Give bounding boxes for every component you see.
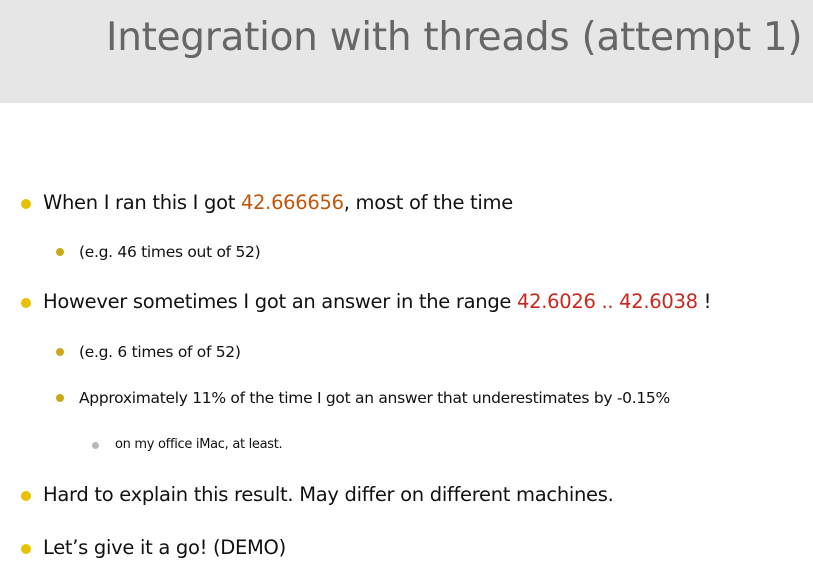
bullet-2b: Approximately 11% of the time I got an a… [0, 386, 813, 410]
bullet-dot-icon [56, 248, 64, 256]
bullet-2a: (e.g. 6 times of of 52) [0, 340, 813, 364]
bullet-1-value: 42.666656 [240, 191, 344, 214]
bullet-2b1-text: on my office iMac, at least. [115, 437, 283, 452]
bullet-2a-text: (e.g. 6 times of of 52) [79, 343, 241, 361]
bullet-dot-icon [21, 199, 31, 209]
bullet-dot-icon [21, 544, 31, 554]
bullet-4: Let’s give it a go! (DEMO) [0, 534, 813, 562]
bullet-1: When I ran this I got 42.666656, most of… [0, 189, 813, 217]
bullet-dot-icon [56, 394, 64, 402]
bullet-2-pre: However sometimes I got an answer in the… [43, 290, 518, 313]
bullet-3-text: Hard to explain this result. May differ … [43, 483, 614, 506]
bullet-dot-icon [92, 442, 99, 449]
bullet-1-text: When I ran this I got 42.666656, most of… [43, 189, 513, 217]
bullet-2b1: on my office iMac, at least. [0, 435, 813, 455]
bullet-2-value: 42.6026 .. 42.6038 [517, 290, 698, 313]
bullet-2: However sometimes I got an answer in the… [0, 288, 813, 316]
bullet-2b-text: Approximately 11% of the time I got an a… [79, 389, 670, 407]
bullet-1a-text: (e.g. 46 times out of 52) [79, 243, 261, 261]
bullet-1a: (e.g. 46 times out of 52) [0, 240, 813, 264]
bullet-dot-icon [21, 298, 31, 308]
bullet-4-text: Let’s give it a go! (DEMO) [43, 536, 286, 559]
slide-title: Integration with threads (attempt 1) [106, 15, 803, 60]
bullet-2-post: ! [697, 290, 712, 313]
bullet-1-post: , most of the time [343, 191, 513, 214]
bullet-dot-icon [21, 491, 31, 501]
bullet-3: Hard to explain this result. May differ … [0, 481, 813, 509]
bullet-dot-icon [56, 348, 64, 356]
bullet-2-text: However sometimes I got an answer in the… [43, 288, 711, 316]
bullet-1-pre: When I ran this I got [43, 191, 241, 214]
